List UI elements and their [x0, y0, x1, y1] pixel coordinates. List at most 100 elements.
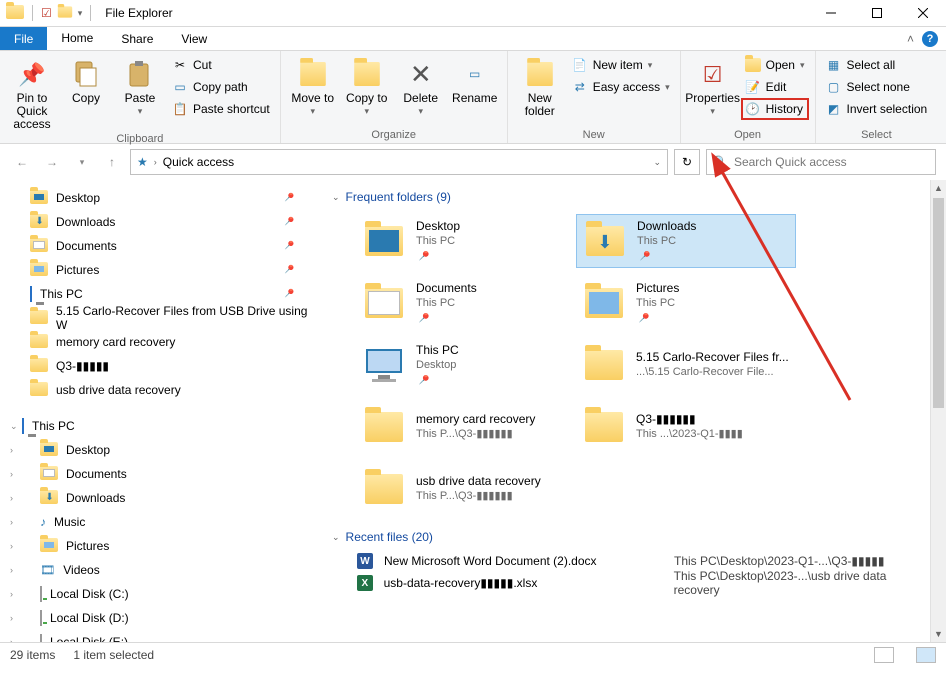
- invert-selection-icon: ◩: [826, 101, 842, 117]
- qat-newfolder-icon[interactable]: [56, 5, 74, 22]
- navpane-quick-item[interactable]: Documents 📍: [0, 234, 320, 258]
- tab-view[interactable]: View: [167, 27, 221, 50]
- copy-path-button[interactable]: ▭Copy path: [168, 76, 274, 98]
- recent-locations-button[interactable]: ▾: [70, 150, 94, 174]
- chevron-right-icon[interactable]: ›: [10, 517, 13, 527]
- navpane-thispc-item[interactable]: › ♪ Music: [0, 510, 320, 534]
- address-dropdown-icon[interactable]: ⌄: [653, 157, 661, 168]
- chevron-right-icon[interactable]: ›: [10, 589, 13, 599]
- tab-share[interactable]: Share: [107, 27, 167, 50]
- navpane-quick-item[interactable]: ⬇ Downloads 📍: [0, 210, 320, 234]
- search-box[interactable]: 🔍 Search Quick access: [706, 149, 936, 175]
- chevron-right-icon[interactable]: ›: [10, 493, 13, 503]
- status-bar: 29 items 1 item selected: [0, 642, 946, 666]
- desktop-icon: [30, 190, 48, 207]
- recent-files-header[interactable]: ⌄ Recent files (20): [320, 520, 930, 550]
- navpane-thispc-item[interactable]: › Local Disk (E:): [0, 630, 320, 642]
- folder-tile[interactable]: 5.15 Carlo-Recover Files fr... ...\5.15 …: [576, 338, 796, 392]
- scroll-up-icon[interactable]: ▲: [931, 180, 946, 196]
- folder-tile[interactable]: Q3-▮▮▮▮▮▮ This ...\2023-Q1-▮▮▮▮: [576, 400, 796, 454]
- navpane-thispc-item[interactable]: › Desktop: [0, 438, 320, 462]
- tab-home[interactable]: Home: [47, 27, 107, 50]
- folder-tile[interactable]: usb drive data recovery This P...\Q3-▮▮▮…: [356, 462, 576, 516]
- breadcrumb[interactable]: Quick access: [163, 155, 234, 169]
- copy-to-button[interactable]: Copy to▾: [341, 54, 393, 118]
- close-button[interactable]: [900, 0, 946, 27]
- paste-shortcut-button[interactable]: 📋Paste shortcut: [168, 98, 274, 120]
- new-folder-button[interactable]: New folder: [514, 54, 566, 118]
- navpane-quick-item[interactable]: Q3-▮▮▮▮▮: [0, 354, 320, 378]
- recent-file-name: usb-data-recovery▮▮▮▮▮.xlsx: [384, 576, 664, 590]
- scrollbar-thumb[interactable]: [933, 198, 944, 408]
- recent-file-row[interactable]: X usb-data-recovery▮▮▮▮▮.xlsx This PC\De…: [348, 572, 930, 594]
- select-all-button[interactable]: ▦Select all: [822, 54, 932, 76]
- navpane-quick-item[interactable]: usb drive data recovery: [0, 378, 320, 402]
- pin-icon: 📍: [412, 308, 431, 327]
- forward-button[interactable]: →: [40, 150, 64, 174]
- chevron-right-icon[interactable]: ›: [10, 469, 13, 479]
- folder-name: Documents: [416, 281, 477, 296]
- delete-button[interactable]: ✕Delete▾: [395, 54, 447, 118]
- chevron-right-icon[interactable]: ›: [10, 565, 13, 575]
- chevron-right-icon[interactable]: ›: [10, 541, 13, 551]
- navpane-thispc-item[interactable]: › Local Disk (C:): [0, 582, 320, 606]
- folder-tile[interactable]: memory card recovery This P...\Q3-▮▮▮▮▮▮: [356, 400, 576, 454]
- select-none-icon: ▢: [826, 79, 842, 95]
- open-button[interactable]: Open▾: [741, 54, 809, 76]
- folder-tile[interactable]: Documents This PC 📍: [356, 276, 576, 330]
- navpane-quick-item[interactable]: 5.15 Carlo-Recover Files from USB Drive …: [0, 306, 320, 330]
- large-icons-view-button[interactable]: [916, 647, 936, 663]
- minimize-button[interactable]: [808, 0, 854, 27]
- scroll-down-icon[interactable]: ▼: [931, 626, 946, 642]
- navpane-quick-item[interactable]: Pictures 📍: [0, 258, 320, 282]
- pin-to-quick-access-button[interactable]: 📌Pin to Quick access: [6, 54, 58, 131]
- cut-button[interactable]: ✂Cut: [168, 54, 274, 76]
- up-button[interactable]: ↑: [100, 150, 124, 174]
- navpane-thispc-item[interactable]: › 🎞 Videos: [0, 558, 320, 582]
- chevron-down-icon[interactable]: ⌄: [10, 421, 18, 432]
- navpane-quick-item[interactable]: This PC 📍: [0, 282, 320, 306]
- edit-button[interactable]: 📝Edit: [741, 76, 809, 98]
- invert-selection-button[interactable]: ◩Invert selection: [822, 98, 932, 120]
- chevron-right-icon[interactable]: ›: [10, 613, 13, 623]
- navpane-item-label: Music: [54, 515, 85, 529]
- qat-dropdown-icon[interactable]: ▾: [78, 8, 83, 19]
- chevron-right-icon[interactable]: ›: [10, 445, 13, 455]
- navpane-thispc-item[interactable]: › Pictures: [0, 534, 320, 558]
- ribbon-group-clipboard: 📌Pin to Quick access Copy Paste▾ ✂Cut ▭C…: [0, 51, 281, 143]
- navpane-quick-item[interactable]: Desktop 📍: [0, 186, 320, 210]
- vertical-scrollbar[interactable]: ▲ ▼: [930, 180, 946, 642]
- maximize-button[interactable]: [854, 0, 900, 27]
- folder-icon: [30, 310, 48, 327]
- navpane-thispc-item[interactable]: › Documents: [0, 462, 320, 486]
- rename-button[interactable]: ▭Rename: [449, 54, 501, 105]
- new-item-button[interactable]: 📄New item▾: [568, 54, 674, 76]
- navpane-thispc-root[interactable]: ⌄ This PC: [0, 414, 320, 438]
- frequent-folders-header[interactable]: ⌄ Frequent folders (9): [320, 180, 930, 210]
- folder-tile[interactable]: Pictures This PC 📍: [576, 276, 796, 330]
- easy-access-button[interactable]: ⇄Easy access▾: [568, 76, 674, 98]
- tab-file[interactable]: File: [0, 27, 47, 50]
- move-to-button[interactable]: Move to▾: [287, 54, 339, 118]
- navpane-thispc-item[interactable]: › ⬇ Downloads: [0, 486, 320, 510]
- chevron-right-icon[interactable]: ›: [10, 637, 13, 642]
- paste-button[interactable]: Paste▾: [114, 54, 166, 118]
- history-button[interactable]: 🕑History: [741, 98, 809, 120]
- refresh-button[interactable]: ↻: [674, 149, 700, 175]
- copy-button[interactable]: Copy: [60, 54, 112, 105]
- address-bar[interactable]: ★ › Quick access ⌄: [130, 149, 668, 175]
- back-button[interactable]: ←: [10, 150, 34, 174]
- select-none-button[interactable]: ▢Select none: [822, 76, 932, 98]
- folder-tile[interactable]: Desktop This PC 📍: [356, 214, 576, 268]
- collapse-ribbon-icon[interactable]: ˄: [907, 32, 914, 46]
- qat-properties-icon[interactable]: ☑: [41, 6, 52, 20]
- folder-tile[interactable]: ⬇ Downloads This PC 📍: [576, 214, 796, 268]
- help-icon[interactable]: ?: [922, 31, 938, 47]
- navpane-thispc-item[interactable]: › Local Disk (D:): [0, 606, 320, 630]
- properties-button[interactable]: ☑Properties▾: [687, 54, 739, 118]
- navpane-quick-item[interactable]: memory card recovery: [0, 330, 320, 354]
- folder-tile[interactable]: This PC Desktop 📍: [356, 338, 576, 392]
- details-view-button[interactable]: [874, 647, 894, 663]
- navpane-item-label: usb drive data recovery: [56, 383, 181, 397]
- ribbon: 📌Pin to Quick access Copy Paste▾ ✂Cut ▭C…: [0, 51, 946, 144]
